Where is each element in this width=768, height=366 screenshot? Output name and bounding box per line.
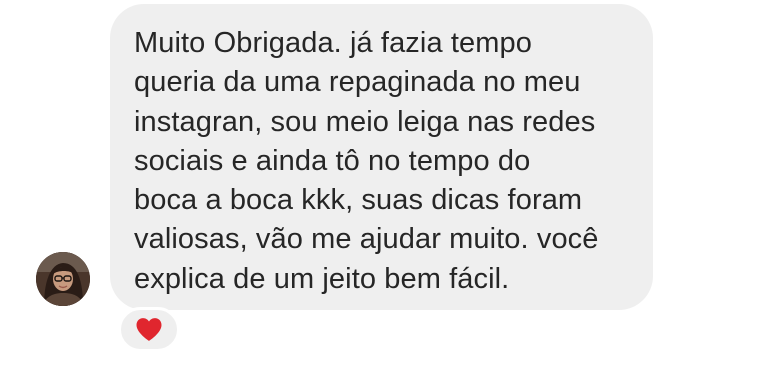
message-thread: Muito Obrigada. já fazia tempo queria da…: [0, 0, 768, 366]
reaction-badge[interactable]: [118, 307, 180, 352]
avatar[interactable]: [36, 252, 90, 306]
heart-icon: [136, 318, 162, 341]
message-bubble[interactable]: Muito Obrigada. já fazia tempo queria da…: [110, 4, 653, 310]
message-text: Muito Obrigada. já fazia tempo queria da…: [134, 27, 599, 295]
avatar-photo: [36, 252, 90, 306]
